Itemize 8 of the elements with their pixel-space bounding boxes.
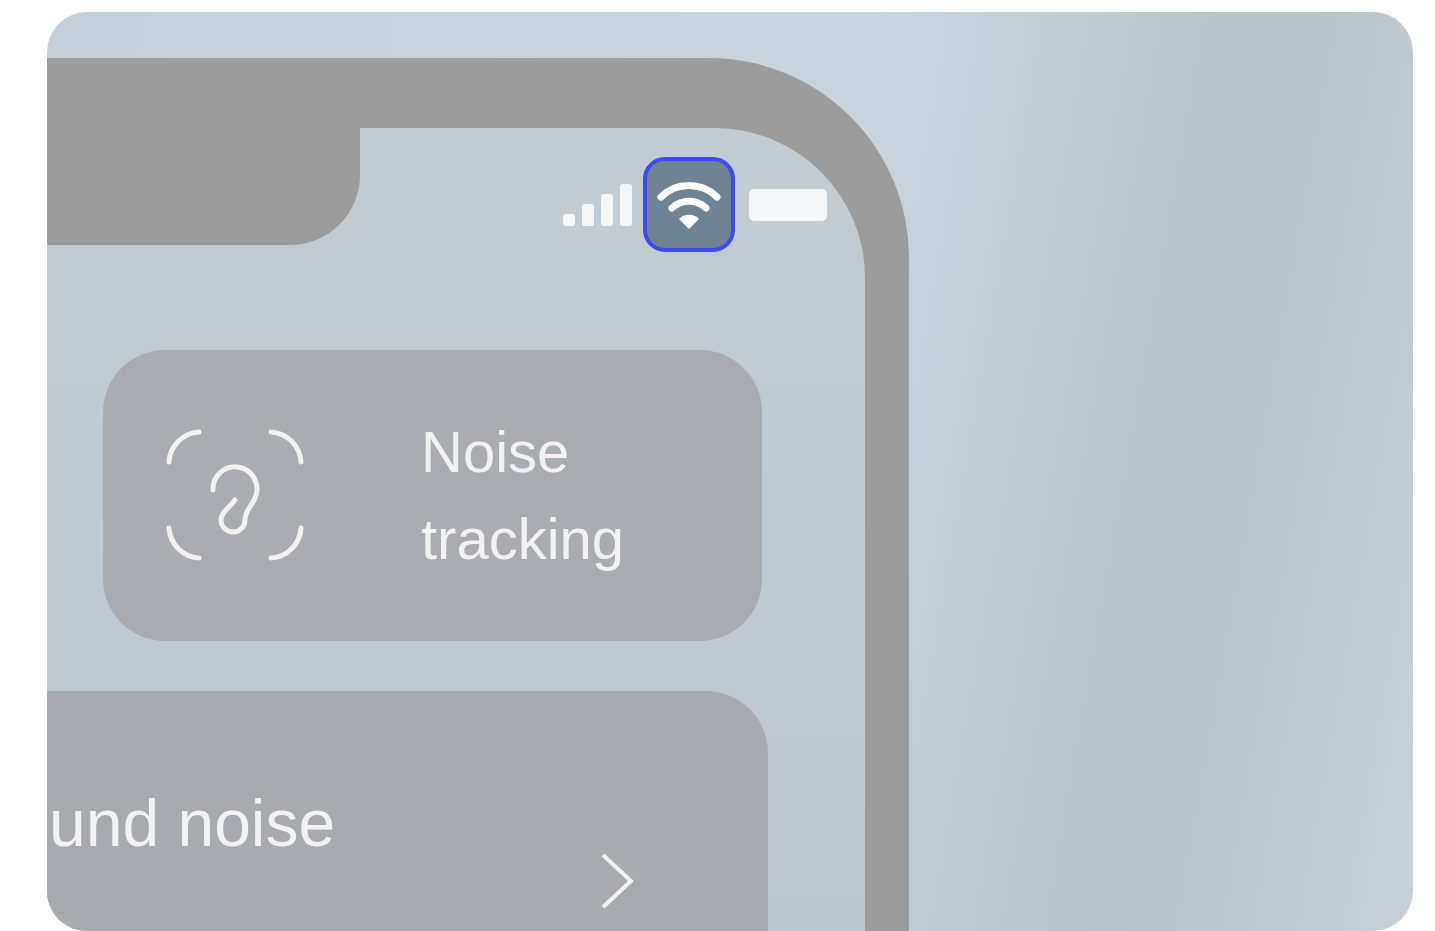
wifi-icon[interactable] <box>643 157 735 252</box>
signal-icon <box>563 183 633 226</box>
noise-tracking-card[interactable]: Noise tracking <box>103 350 762 641</box>
list-card[interactable]: und noise <box>47 690 768 931</box>
battery-icon <box>749 188 827 221</box>
card-label: und noise <box>49 784 337 862</box>
card-label: Noise tracking <box>421 418 626 574</box>
ear-icon <box>165 428 305 563</box>
